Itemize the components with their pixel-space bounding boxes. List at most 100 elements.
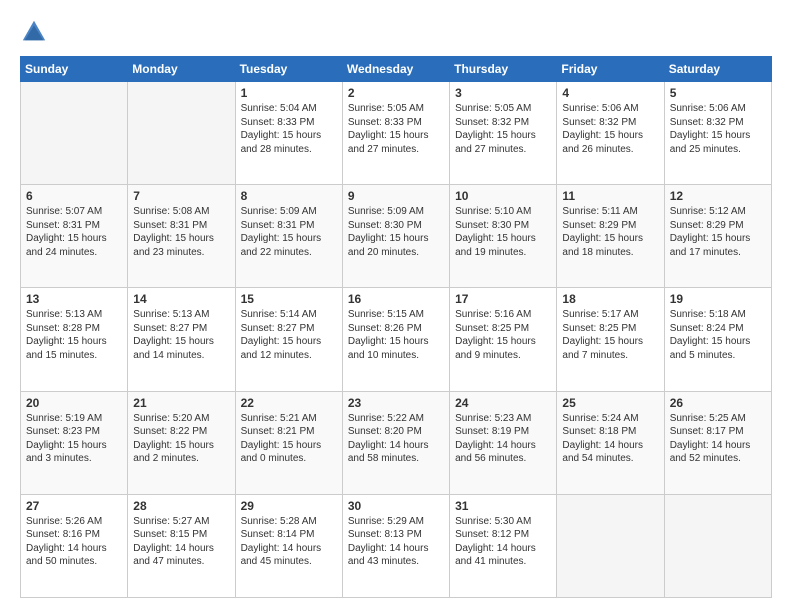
cell-info: Sunrise: 5:16 AM Sunset: 8:25 PM Dayligh… <box>455 308 551 362</box>
page: SundayMondayTuesdayWednesdayThursdayFrid… <box>0 0 792 612</box>
calendar-cell: 5 Sunrise: 5:06 AM Sunset: 8:32 PM Daylig… <box>664 82 771 185</box>
day-number: 11 <box>562 189 658 203</box>
day-number: 26 <box>670 396 766 410</box>
calendar-cell: 30Sunrise: 5:29 AM Sunset: 8:13 PM Dayli… <box>342 494 449 597</box>
day-number: 22 <box>241 396 337 410</box>
cell-info: Sunrise: 5:04 AM Sunset: 8:33 PM Dayligh… <box>241 102 337 156</box>
calendar-cell: 20 Sunrise: 5:19 AM Sunset: 8:23 PM Dayli… <box>21 391 128 494</box>
cell-info: Sunrise: 5:23 AM Sunset: 8:19 PM Dayligh… <box>455 412 551 466</box>
calendar-cell: 18 Sunrise: 5:17 AM Sunset: 8:25 PM Dayli… <box>557 288 664 391</box>
day-number: 2 <box>348 86 444 100</box>
calendar-cell: 24 Sunrise: 5:23 AM Sunset: 8:19 PM Dayli… <box>450 391 557 494</box>
weekday-header: Saturday <box>664 57 771 82</box>
logo <box>20 18 54 46</box>
calendar-cell: 23 Sunrise: 5:22 AM Sunset: 8:20 PM Dayli… <box>342 391 449 494</box>
calendar-cell <box>664 494 771 597</box>
calendar-cell: 17 Sunrise: 5:16 AM Sunset: 8:25 PM Dayli… <box>450 288 557 391</box>
calendar-cell: 14 Sunrise: 5:13 AM Sunset: 8:27 PM Dayli… <box>128 288 235 391</box>
day-number: 15 <box>241 292 337 306</box>
calendar-cell <box>128 82 235 185</box>
calendar-cell: 25Sunrise: 5:24 AM Sunset: 8:18 PM Dayli… <box>557 391 664 494</box>
cell-info: Sunrise: 5:09 AM Sunset: 8:31 PM Dayligh… <box>241 205 337 259</box>
cell-info: Sunrise: 5:08 AM Sunset: 8:31 PM Dayligh… <box>133 205 229 259</box>
day-number: 18 <box>562 292 658 306</box>
day-number: 3 <box>455 86 551 100</box>
day-number: 23 <box>348 396 444 410</box>
day-number: 27 <box>26 499 122 513</box>
calendar-cell: 21 Sunrise: 5:20 AM Sunset: 8:22 PM Dayli… <box>128 391 235 494</box>
day-number: 24 <box>455 396 551 410</box>
calendar-cell: 3 Sunrise: 5:05 AM Sunset: 8:32 PM Daylig… <box>450 82 557 185</box>
calendar-cell: 6 Sunrise: 5:07 AM Sunset: 8:31 PM Daylig… <box>21 185 128 288</box>
cell-info: Sunrise: 5:18 AM Sunset: 8:24 PM Dayligh… <box>670 308 766 362</box>
cell-info: Sunrise: 5:20 AM Sunset: 8:22 PM Dayligh… <box>133 412 229 466</box>
calendar-cell: 19 Sunrise: 5:18 AM Sunset: 8:24 PM Dayli… <box>664 288 771 391</box>
day-number: 30 <box>348 499 444 513</box>
day-number: 19 <box>670 292 766 306</box>
cell-info: Sunrise: 5:13 AM Sunset: 8:28 PM Dayligh… <box>26 308 122 362</box>
calendar-cell: 31Sunrise: 5:30 AM Sunset: 8:12 PM Dayli… <box>450 494 557 597</box>
weekday-header: Sunday <box>21 57 128 82</box>
calendar-week-row: 6 Sunrise: 5:07 AM Sunset: 8:31 PM Daylig… <box>21 185 772 288</box>
cell-info: Sunrise: 5:11 AM Sunset: 8:29 PM Dayligh… <box>562 205 658 259</box>
cell-info: Sunrise: 5:10 AM Sunset: 8:30 PM Dayligh… <box>455 205 551 259</box>
weekday-header: Wednesday <box>342 57 449 82</box>
day-number: 5 <box>670 86 766 100</box>
day-number: 8 <box>241 189 337 203</box>
day-number: 14 <box>133 292 229 306</box>
header <box>20 18 772 46</box>
cell-info: Sunrise: 5:17 AM Sunset: 8:25 PM Dayligh… <box>562 308 658 362</box>
day-number: 13 <box>26 292 122 306</box>
cell-info: Sunrise: 5:27 AM Sunset: 8:15 PM Dayligh… <box>133 515 229 569</box>
cell-info: Sunrise: 5:22 AM Sunset: 8:20 PM Dayligh… <box>348 412 444 466</box>
calendar-cell: 11 Sunrise: 5:11 AM Sunset: 8:29 PM Dayli… <box>557 185 664 288</box>
calendar-cell: 1 Sunrise: 5:04 AM Sunset: 8:33 PM Daylig… <box>235 82 342 185</box>
day-number: 1 <box>241 86 337 100</box>
cell-info: Sunrise: 5:05 AM Sunset: 8:33 PM Dayligh… <box>348 102 444 156</box>
calendar-header-row: SundayMondayTuesdayWednesdayThursdayFrid… <box>21 57 772 82</box>
cell-info: Sunrise: 5:09 AM Sunset: 8:30 PM Dayligh… <box>348 205 444 259</box>
calendar-cell: 2 Sunrise: 5:05 AM Sunset: 8:33 PM Daylig… <box>342 82 449 185</box>
cell-info: Sunrise: 5:24 AM Sunset: 8:18 PM Dayligh… <box>562 412 658 466</box>
cell-info: Sunrise: 5:06 AM Sunset: 8:32 PM Dayligh… <box>562 102 658 156</box>
calendar-week-row: 1 Sunrise: 5:04 AM Sunset: 8:33 PM Daylig… <box>21 82 772 185</box>
logo-icon <box>20 18 48 46</box>
calendar-cell: 12 Sunrise: 5:12 AM Sunset: 8:29 PM Dayli… <box>664 185 771 288</box>
weekday-header: Monday <box>128 57 235 82</box>
calendar-cell: 4 Sunrise: 5:06 AM Sunset: 8:32 PM Daylig… <box>557 82 664 185</box>
calendar-cell: 29Sunrise: 5:28 AM Sunset: 8:14 PM Dayli… <box>235 494 342 597</box>
calendar-week-row: 20 Sunrise: 5:19 AM Sunset: 8:23 PM Dayli… <box>21 391 772 494</box>
day-number: 20 <box>26 396 122 410</box>
cell-info: Sunrise: 5:21 AM Sunset: 8:21 PM Dayligh… <box>241 412 337 466</box>
cell-info: Sunrise: 5:05 AM Sunset: 8:32 PM Dayligh… <box>455 102 551 156</box>
day-number: 6 <box>26 189 122 203</box>
cell-info: Sunrise: 5:25 AM Sunset: 8:17 PM Dayligh… <box>670 412 766 466</box>
calendar-cell: 28 Sunrise: 5:27 AM Sunset: 8:15 PM Dayli… <box>128 494 235 597</box>
calendar-cell: 10 Sunrise: 5:10 AM Sunset: 8:30 PM Dayli… <box>450 185 557 288</box>
day-number: 4 <box>562 86 658 100</box>
cell-info: Sunrise: 5:07 AM Sunset: 8:31 PM Dayligh… <box>26 205 122 259</box>
cell-info: Sunrise: 5:13 AM Sunset: 8:27 PM Dayligh… <box>133 308 229 362</box>
day-number: 28 <box>133 499 229 513</box>
calendar-cell: 16Sunrise: 5:15 AM Sunset: 8:26 PM Dayli… <box>342 288 449 391</box>
weekday-header: Tuesday <box>235 57 342 82</box>
cell-info: Sunrise: 5:26 AM Sunset: 8:16 PM Dayligh… <box>26 515 122 569</box>
calendar-cell <box>557 494 664 597</box>
day-number: 16 <box>348 292 444 306</box>
calendar-table: SundayMondayTuesdayWednesdayThursdayFrid… <box>20 56 772 598</box>
day-number: 21 <box>133 396 229 410</box>
day-number: 17 <box>455 292 551 306</box>
day-number: 12 <box>670 189 766 203</box>
cell-info: Sunrise: 5:28 AM Sunset: 8:14 PM Dayligh… <box>241 515 337 569</box>
day-number: 10 <box>455 189 551 203</box>
cell-info: Sunrise: 5:19 AM Sunset: 8:23 PM Dayligh… <box>26 412 122 466</box>
calendar-cell: 22 Sunrise: 5:21 AM Sunset: 8:21 PM Dayli… <box>235 391 342 494</box>
weekday-header: Thursday <box>450 57 557 82</box>
day-number: 31 <box>455 499 551 513</box>
calendar-cell: 27 Sunrise: 5:26 AM Sunset: 8:16 PM Dayli… <box>21 494 128 597</box>
cell-info: Sunrise: 5:06 AM Sunset: 8:32 PM Dayligh… <box>670 102 766 156</box>
cell-info: Sunrise: 5:12 AM Sunset: 8:29 PM Dayligh… <box>670 205 766 259</box>
day-number: 9 <box>348 189 444 203</box>
calendar-cell: 9 Sunrise: 5:09 AM Sunset: 8:30 PM Daylig… <box>342 185 449 288</box>
cell-info: Sunrise: 5:14 AM Sunset: 8:27 PM Dayligh… <box>241 308 337 362</box>
